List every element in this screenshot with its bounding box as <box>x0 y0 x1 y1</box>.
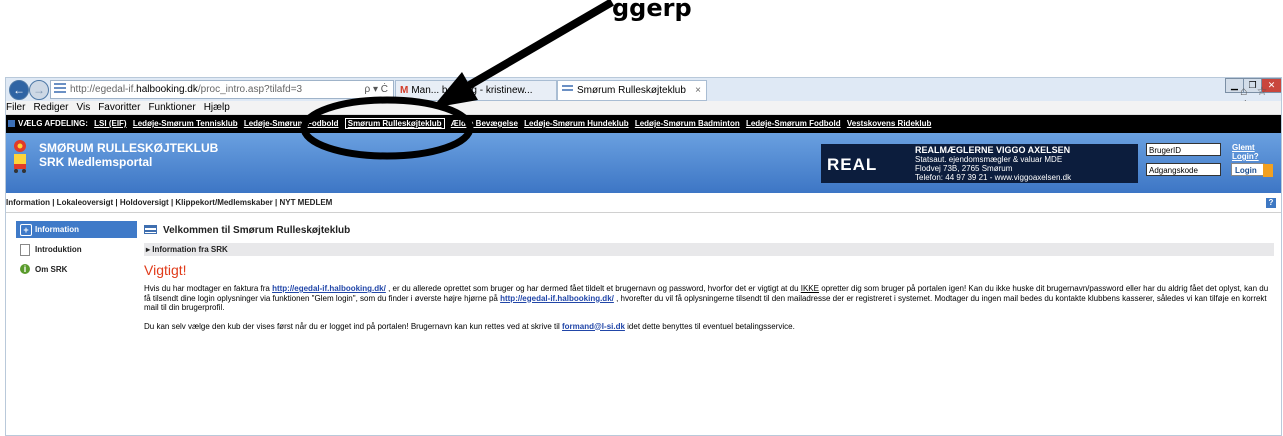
page-title-text: Velkommen til Smørum Rulleskøjteklub <box>163 225 351 236</box>
club-logo <box>14 140 26 173</box>
sidebar-item-information[interactable]: + Information <box>16 221 137 238</box>
department-lead: VÆLG AFDELING: <box>8 119 88 128</box>
sidebar-item-om-srk[interactable]: i Om SRK <box>16 261 137 278</box>
go-arrow-icon <box>1263 164 1273 177</box>
dept-link[interactable]: LSI (EIF) <box>94 119 126 128</box>
sidebar-item-introduktion[interactable]: Introduktion <box>16 241 137 258</box>
plus-icon: + <box>20 224 32 236</box>
sponsor-text: REALMÆGLERNE VIGGO AXELSEN Statsaut. eje… <box>915 145 1072 183</box>
url-host: halbooking.dk <box>136 84 198 95</box>
login-button[interactable]: Login <box>1231 163 1273 177</box>
password-input[interactable]: Adgangskode <box>1146 163 1221 176</box>
menu-item-filer[interactable]: Filer <box>6 102 25 113</box>
text-run: , er du allerede oprettet som bruger og … <box>385 284 801 293</box>
site-title: SMØRUM RULLESKØJTEKLUB SRK Medlemsportal <box>39 141 218 169</box>
url-prefix: http://egedal-if. <box>70 84 137 95</box>
menu-item-rediger[interactable]: Rediger <box>33 102 68 113</box>
sidebar-item-label: Om SRK <box>35 265 68 274</box>
section-bar[interactable]: ▸ Information fra SRK <box>144 243 1274 256</box>
menu-item-funktioner[interactable]: Funktioner <box>148 102 195 113</box>
tab-label: Smørum Rulleskøjteklub <box>577 85 686 96</box>
halbooking-link[interactable]: http://egedal-if.halbooking.dk/ <box>272 284 386 293</box>
tab-label: Man... betaling - kristinew... <box>411 85 533 96</box>
text-run: Du kan selv vælge den kub der vises førs… <box>144 321 562 331</box>
email-link[interactable]: formand@l-si.dk <box>562 322 625 331</box>
sponsor-banner[interactable]: REAL REALMÆGLERNE VIGGO AXELSEN Statsaut… <box>821 144 1138 183</box>
menu-item-vis[interactable]: Vis <box>76 102 90 113</box>
sub-navigation[interactable]: Information | Lokaleoversigt | Holdovers… <box>6 196 1281 210</box>
dept-link[interactable]: Ældre Bevægelse <box>451 119 518 128</box>
sponsor-line: Telefon: 44 97 39 21 - www.viggoaxelsen.… <box>915 173 1072 182</box>
page-title: Velkommen til Smørum Rulleskøjteklub <box>144 224 1274 238</box>
department-bar: VÆLG AFDELING: LSI (EIF) Ledøje-Smørum T… <box>6 115 1281 133</box>
tab-gmail[interactable]: M Man... betaling - kristinew... <box>395 80 557 101</box>
gmail-m-icon: M <box>400 85 409 96</box>
dept-link[interactable]: Ledøje-Smørum Fodbold <box>244 119 339 128</box>
sponsor-line: Flodvej 73B, 2765 Smørum <box>915 164 1013 173</box>
sidebar: + Information Introduktion i Om SRK <box>16 221 137 281</box>
site-title-line2: SRK Medlemsportal <box>39 155 153 169</box>
important-heading: Vigtigt! <box>144 262 187 278</box>
intro-paragraph: Hvis du har modtager en faktura fra http… <box>144 284 1274 313</box>
tab-active[interactable]: Smørum Rulleskøjteklub × <box>557 80 707 101</box>
forgot-login-link[interactable]: Glemt Login? <box>1232 143 1281 161</box>
dept-link[interactable]: Ledøje-Smørum Hundeklub <box>524 119 628 128</box>
text-run: Hvis du har modtager en faktura fra <box>144 284 273 293</box>
url-path: /proc_intro.asp?tilafd=3 <box>197 84 303 95</box>
menu-item-hjaelp[interactable]: Hjælp <box>204 102 230 113</box>
dept-link[interactable]: Ledøje-Smørum Tennisklub <box>133 119 238 128</box>
sponsor-logo: REAL <box>827 155 878 174</box>
dept-link[interactable]: Ledøje-Smørum Badminton <box>635 119 740 128</box>
halbooking-link[interactable]: http://egedal-if.halbooking.dk/ <box>500 294 614 303</box>
site-title-line1: SMØRUM RULLESKØJTEKLUB <box>39 141 219 155</box>
sidebar-item-label: Introduktion <box>35 245 82 254</box>
menu-bar: Filer Rediger Vis Favoritter Funktioner Hjælp <box>6 101 1281 115</box>
close-tab-icon[interactable]: × <box>695 81 701 100</box>
divider <box>6 212 1281 213</box>
dept-link[interactable]: Vestskovens Rideklub <box>847 119 931 128</box>
back-arrow-icon[interactable]: ← <box>9 80 29 100</box>
page-icon <box>54 83 66 93</box>
square-icon <box>8 120 15 127</box>
sponsor-line: Statsaut. ejendomsmægler & valuar MDE <box>915 155 1063 164</box>
document-icon <box>20 244 30 256</box>
dept-link-selected[interactable]: Smørum Rulleskøjteklub <box>344 118 445 129</box>
forward-arrow-icon[interactable]: → <box>29 80 49 100</box>
address-tools[interactable]: ρ ▾ Ċ <box>365 81 389 98</box>
ikke-emphasis: IKKE <box>800 284 819 293</box>
dept-link[interactable]: Ledøje-Smørum Fodbold <box>746 119 841 128</box>
sponsor-line: REALMÆGLERNE VIGGO AXELSEN <box>915 145 1071 155</box>
login-label: Login <box>1235 166 1257 175</box>
address-bar[interactable]: http://egedal-if.halbooking.dk/proc_intr… <box>50 80 394 99</box>
window-icon <box>144 225 157 234</box>
site-header: SMØRUM RULLESKØJTEKLUB SRK Medlemsportal… <box>6 133 1281 193</box>
sidebar-item-label: Information <box>35 225 79 234</box>
page-icon <box>562 85 573 94</box>
text-run: idet dette benyttes til eventuel betalin… <box>624 321 795 331</box>
caption-area: ggerp <box>0 0 1283 64</box>
main-content: Velkommen til Smørum Rulleskøjteklub ▸ I… <box>144 224 1274 331</box>
info-icon: i <box>20 264 30 274</box>
caption-text: ggerp <box>612 0 692 22</box>
browser-window: ← → http://egedal-if.halbooking.dk/proc_… <box>5 77 1282 436</box>
menu-item-favoritter[interactable]: Favoritter <box>98 102 140 113</box>
browser-titlebar: ← → http://egedal-if.halbooking.dk/proc_… <box>6 78 1281 112</box>
help-icon[interactable]: ? <box>1266 198 1276 208</box>
user-id-input[interactable]: BrugerID <box>1146 143 1221 156</box>
contact-paragraph: Du kan selv vælge den kub der vises førs… <box>144 322 1274 332</box>
